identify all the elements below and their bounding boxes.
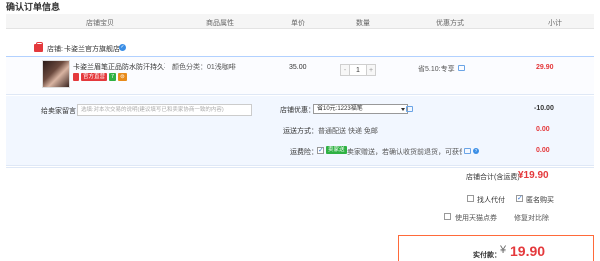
discount-message-icon[interactable]	[406, 106, 413, 112]
anonymous-checkbox[interactable]	[516, 194, 523, 202]
chat-icon[interactable]: ✓	[119, 44, 126, 51]
unit-price: 35.00	[289, 64, 307, 71]
tmall-badge-icon	[73, 73, 79, 81]
item-discount: 省5.10:专享	[418, 66, 455, 73]
column-quantity: 数量	[356, 20, 370, 27]
insurance-label: 运费险：	[290, 149, 318, 156]
coupon-value: 修复对比除	[514, 215, 549, 222]
pay-currency: ¥	[500, 244, 507, 256]
shipping-amount: 0.00	[536, 126, 550, 133]
product-attr: 颜色分类：01浅咖啡	[172, 64, 236, 71]
column-discount: 优惠方式	[436, 20, 464, 27]
product-name[interactable]: 卡姿兰眉笔正品防水防汗持久不...	[73, 62, 165, 72]
shop-discount-select[interactable]: 省10元:1223福笔	[313, 104, 408, 114]
insurance-checkbox[interactable]	[317, 146, 324, 154]
page-title: 确认订单信息	[6, 2, 61, 12]
insurance-amount: 0.00	[536, 147, 550, 154]
discount-info-icon[interactable]	[458, 65, 465, 71]
proxy-pay-label: 找人代付	[477, 197, 505, 204]
shop-total-label: 店铺合计(含运费)	[466, 174, 520, 181]
product-thumbnail[interactable]	[42, 60, 70, 88]
column-attributes: 商品属性	[206, 20, 234, 27]
proxy-pay-checkbox[interactable]	[467, 195, 474, 202]
badge-7day: 7	[109, 73, 117, 81]
shop-discount-selected: 省10元:1223福笔	[317, 106, 363, 112]
shipping-value: 普通配送 快递 免邮	[318, 128, 378, 135]
tmall-coupon-label: 使用天猫点券	[455, 215, 497, 222]
shop-name[interactable]: 卡姿兰官方旗舰店	[64, 44, 120, 54]
quantity-stepper: - 1 +	[340, 64, 376, 76]
help-icon[interactable]: ?	[473, 148, 479, 154]
shop-discount-amount: -10.00	[534, 105, 554, 112]
remark-input[interactable]: 选填:对本次交易的说明(建议填写已和卖家协商一致的内容)	[77, 104, 252, 116]
item-subtotal: 29.90	[536, 64, 554, 71]
divider	[6, 167, 594, 168]
pay-label: 实付款：	[473, 252, 501, 259]
badge-official: 官方直营	[81, 73, 108, 81]
column-subtotal: 小计	[548, 20, 562, 27]
qty-minus-button[interactable]: -	[340, 64, 350, 76]
qty-input[interactable]: 1	[350, 64, 366, 76]
insurance-badge: 卖家送	[326, 146, 347, 154]
badge-guarantee: ⊜	[118, 73, 127, 81]
table-header: 店铺宝贝 商品属性 单价 数量 优惠方式 小计	[6, 14, 594, 29]
anonymous-label: 匿名购买	[526, 197, 554, 204]
shop-icon	[34, 42, 43, 52]
product-badges: 官方直营 7 ⊜	[73, 73, 127, 81]
shop-discount-label: 店铺优惠：	[280, 107, 315, 114]
column-unit-price: 单价	[291, 20, 305, 27]
insurance-message-icon[interactable]	[464, 148, 471, 154]
qty-plus-button[interactable]: +	[366, 64, 376, 76]
tmall-coupon-checkbox[interactable]	[444, 213, 451, 220]
shop-label: 店铺:	[47, 46, 63, 53]
shop-total-value: ¥19.90	[518, 170, 549, 181]
pay-amount: 19.90	[510, 243, 546, 259]
chevron-down-icon	[401, 108, 405, 111]
column-shop-item: 店铺宝贝	[86, 20, 114, 27]
shipping-label: 运送方式：	[283, 128, 318, 135]
insurance-text: 卖家赠送，若确认收货前退货，可获保...	[347, 149, 462, 156]
